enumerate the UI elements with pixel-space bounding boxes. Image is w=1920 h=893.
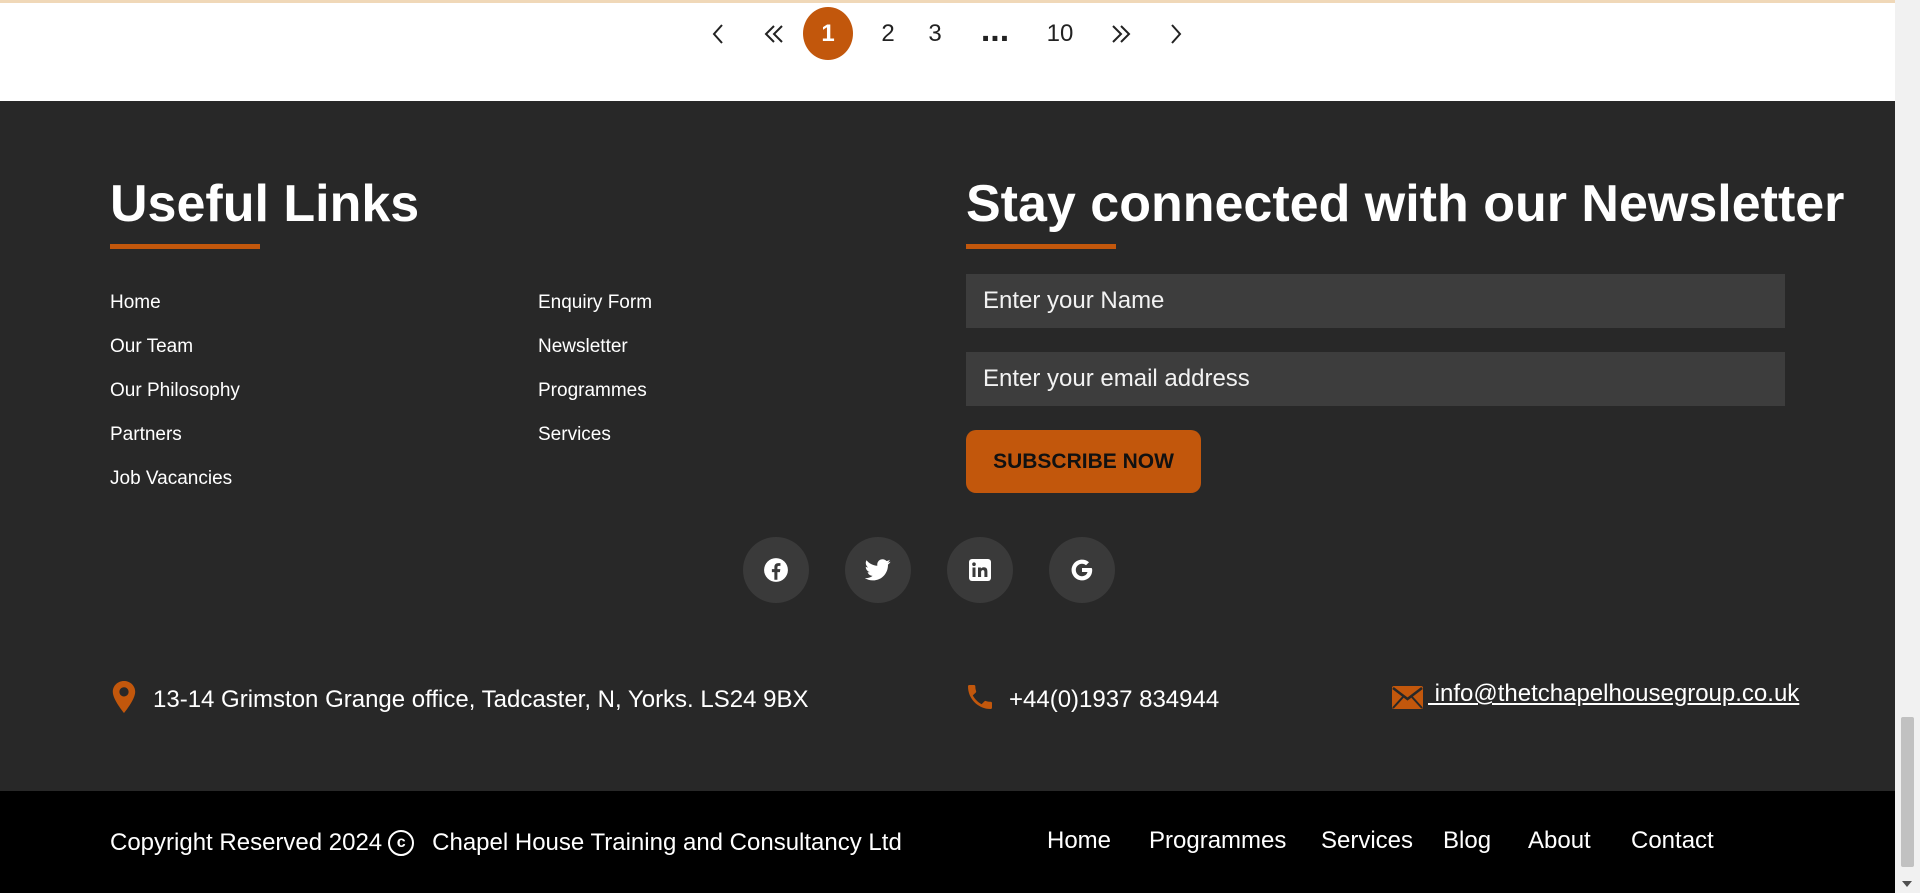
copyright: Copyright Reserved 2024 c Chapel House T… xyxy=(110,829,902,857)
name-input[interactable] xyxy=(966,274,1785,328)
useful-links-underline xyxy=(110,244,260,249)
bottom-nav-contact[interactable]: Contact xyxy=(1631,827,1714,855)
bottom-bar: Copyright Reserved 2024 c Chapel House T… xyxy=(0,791,1895,893)
vertical-scrollbar[interactable] xyxy=(1895,0,1920,893)
useful-links-title: Useful Links xyxy=(110,175,420,233)
subscribe-button[interactable]: SUBSCRIBE NOW xyxy=(966,430,1201,493)
location-pin-icon xyxy=(111,681,137,718)
top-border xyxy=(0,0,1895,3)
pagination-ellipsis: ... xyxy=(980,11,1010,49)
footer-link-our-team[interactable]: Our Team xyxy=(110,336,193,358)
footer-link-our-philosophy[interactable]: Our Philosophy xyxy=(110,380,240,402)
address-text: 13-14 Grimston Grange office, Tadcaster,… xyxy=(153,686,809,713)
bottom-nav-home[interactable]: Home xyxy=(1047,827,1111,855)
envelope-icon xyxy=(1392,686,1423,714)
double-chevron-left-icon[interactable] xyxy=(760,7,788,60)
twitter-icon[interactable] xyxy=(845,537,911,603)
page-1-button[interactable]: 1 xyxy=(803,7,853,60)
facebook-icon[interactable] xyxy=(743,537,809,603)
newsletter-title: Stay connected with our Newsletter xyxy=(966,175,1845,233)
page-10-button[interactable]: 10 xyxy=(1040,7,1080,60)
double-chevron-right-icon[interactable] xyxy=(1107,7,1135,60)
chevron-left-icon[interactable] xyxy=(706,7,730,60)
copyright-text: Copyright Reserved 2024 xyxy=(110,829,383,856)
page-2-button[interactable]: 2 xyxy=(874,7,902,60)
footer-link-enquiry-form[interactable]: Enquiry Form xyxy=(538,292,652,314)
footer-link-programmes[interactable]: Programmes xyxy=(538,380,647,402)
email-input[interactable] xyxy=(966,352,1785,406)
linkedin-icon[interactable] xyxy=(947,537,1013,603)
bottom-nav-services[interactable]: Services xyxy=(1321,827,1413,855)
page-3-button[interactable]: 3 xyxy=(921,7,949,60)
company-name: Chapel House Training and Consultancy Lt… xyxy=(432,829,902,856)
phone-text[interactable]: +44(0)1937 834944 xyxy=(1009,686,1219,714)
bottom-nav-programmes[interactable]: Programmes xyxy=(1149,827,1286,855)
copyright-icon: c xyxy=(388,830,415,856)
chevron-right-icon[interactable] xyxy=(1164,7,1188,60)
pagination: 1 2 3 ... 10 xyxy=(0,0,1895,101)
bottom-nav-about[interactable]: About xyxy=(1528,827,1591,855)
scroll-down-arrow-icon[interactable] xyxy=(1902,881,1912,887)
footer-link-home[interactable]: Home xyxy=(110,292,161,314)
google-icon[interactable] xyxy=(1049,537,1115,603)
footer-link-newsletter[interactable]: Newsletter xyxy=(538,336,628,358)
bottom-nav-blog[interactable]: Blog xyxy=(1443,827,1491,855)
footer-link-services[interactable]: Services xyxy=(538,424,611,446)
scrollbar-thumb[interactable] xyxy=(1901,717,1914,867)
phone-icon xyxy=(964,681,996,718)
footer-link-partners[interactable]: Partners xyxy=(110,424,182,446)
footer: Useful Links Home Our Team Our Philosoph… xyxy=(0,101,1895,791)
footer-link-job-vacancies[interactable]: Job Vacancies xyxy=(110,468,232,490)
newsletter-underline xyxy=(966,244,1116,249)
email-link[interactable]: info@thetchapelhousegroup.co.uk xyxy=(1428,680,1800,708)
